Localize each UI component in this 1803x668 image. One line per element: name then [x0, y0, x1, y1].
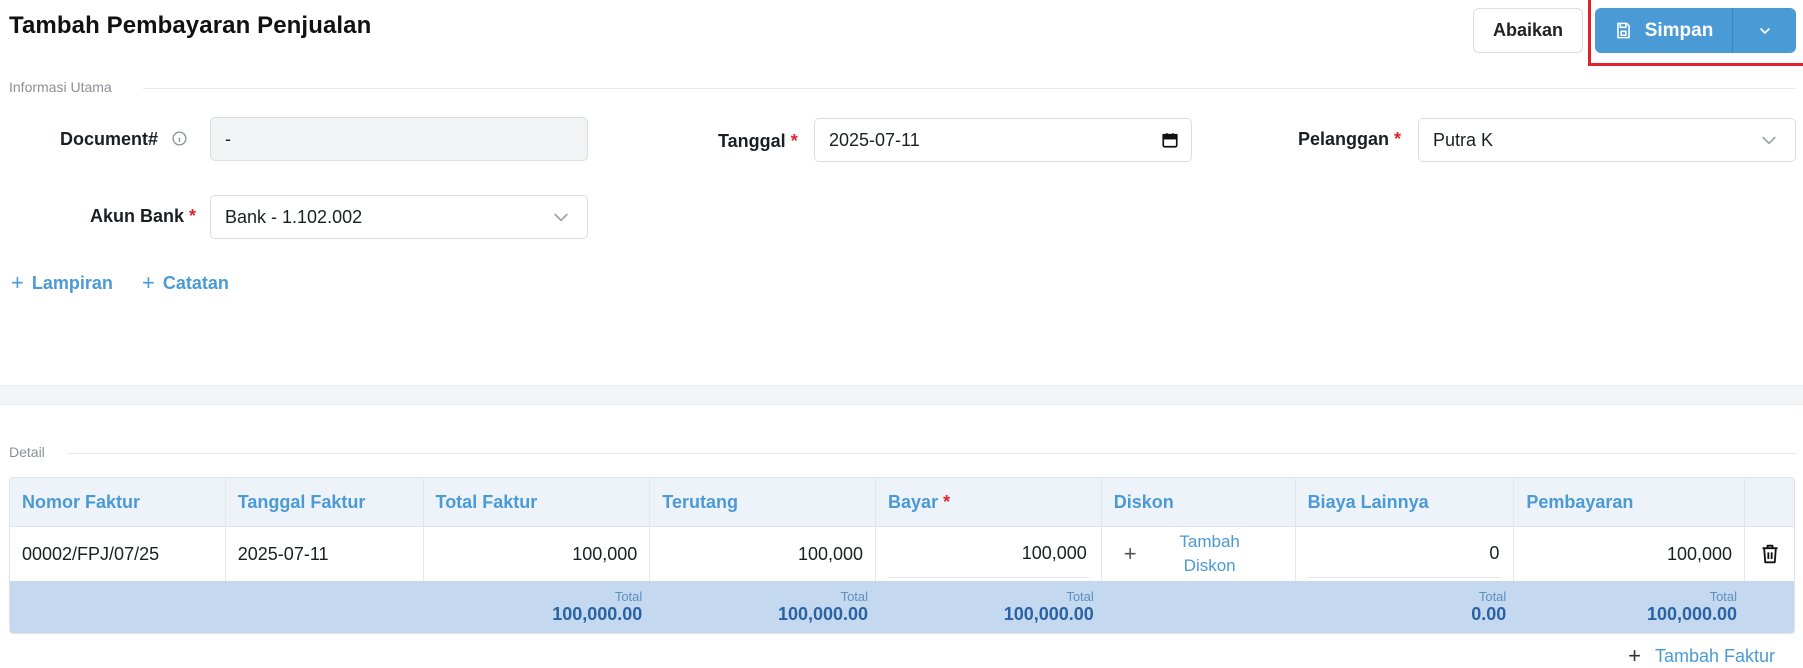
column-header-text: Bayar	[888, 491, 939, 512]
other-cost-cell: 0	[1296, 527, 1515, 581]
table-row: 00002/FPJ/07/25 2025-07-11 100,000 100,0…	[10, 527, 1794, 581]
customer-label-text: Pelanggan	[1298, 129, 1390, 149]
table-totals-row: Total 100,000.00 Total 100,000.00 Total …	[10, 581, 1794, 633]
totals-spacer	[226, 581, 424, 633]
total-label: Total	[840, 589, 869, 604]
column-header: Tanggal Faktur	[226, 478, 424, 526]
invoice-number-cell: 00002/FPJ/07/25	[10, 527, 226, 581]
column-header: Total Faktur	[424, 478, 651, 526]
total-value: 100,000.00	[777, 604, 869, 624]
delete-cell	[1745, 527, 1794, 581]
bank-account-value: Bank - 1.102.002	[225, 206, 363, 227]
total-label: Total	[1066, 589, 1094, 604]
total-value: 100,000.00	[1003, 604, 1094, 624]
column-header: Biaya Lainnya	[1296, 478, 1515, 526]
pay-cell: 100,000	[876, 527, 1102, 581]
page-title: Tambah Pembayaran Penjualan	[9, 12, 372, 39]
date-label: Tanggal *	[718, 131, 798, 152]
total-label: Total	[614, 589, 643, 604]
date-value: 2025-07-11	[829, 129, 920, 150]
other-cost-sum: Total 0.00	[1296, 581, 1515, 633]
add-note-label: Catatan	[162, 272, 229, 293]
total-label: Total	[1478, 589, 1507, 604]
highlight-box	[1588, 0, 1803, 66]
totals-spacer	[1102, 581, 1296, 633]
add-attachment-label: Lampiran	[31, 272, 113, 293]
date-label-text: Tanggal	[718, 131, 786, 151]
document-field: -	[210, 117, 588, 161]
ignore-button[interactable]: Abaikan	[1473, 8, 1583, 53]
document-label: Document#	[60, 129, 188, 150]
document-value: -	[225, 128, 231, 149]
payment-sum: Total 100,000.00	[1514, 581, 1745, 633]
bank-account-label-text: Akun Bank	[90, 206, 185, 226]
plus-icon: +	[1123, 541, 1137, 566]
totals-spacer	[10, 581, 226, 633]
date-field[interactable]: 2025-07-11	[814, 118, 1192, 162]
invoice-date-cell: 2025-07-11	[226, 527, 424, 581]
add-discount-button[interactable]: + Tambah Diskon	[1114, 530, 1283, 578]
owed-cell: 100,000	[650, 527, 877, 581]
trash-icon[interactable]	[1760, 543, 1780, 565]
pay-sum: Total 100,000.00	[876, 581, 1102, 633]
pay-input[interactable]: 100,000	[888, 530, 1089, 578]
discount-cell: + Tambah Diskon	[1102, 527, 1296, 581]
section-separator-band	[0, 385, 1803, 405]
customer-value: Putra K	[1433, 129, 1494, 150]
info-icon	[172, 131, 187, 146]
add-invoice-link[interactable]: + Tambah Faktur	[1628, 645, 1775, 667]
add-note-link[interactable]: + Catatan	[142, 272, 229, 294]
invoice-table: Nomor Faktur Tanggal Faktur Total Faktur…	[9, 477, 1795, 634]
column-header: Diskon	[1102, 478, 1296, 526]
plus-icon: +	[1628, 643, 1641, 668]
payment-cell: 100,000	[1514, 527, 1746, 581]
section-divider	[143, 88, 1796, 89]
required-marker: *	[943, 491, 951, 512]
required-marker: *	[1394, 129, 1402, 149]
chevron-down-icon	[1762, 136, 1776, 145]
total-value: 0.00	[1471, 604, 1507, 624]
add-invoice-label: Tambah Faktur	[1654, 645, 1775, 666]
totals-spacer	[1745, 581, 1794, 633]
add-attachment-link[interactable]: + Lampiran	[11, 272, 113, 294]
section-divider	[68, 453, 1796, 454]
plus-icon: +	[142, 270, 155, 295]
bank-account-label: Akun Bank *	[90, 206, 196, 227]
total-invoice-sum: Total 100,000.00	[424, 581, 651, 633]
add-discount-label: Tambah Diskon	[1179, 532, 1240, 575]
section-label-main: Informasi Utama	[9, 79, 112, 95]
owed-sum: Total 100,000.00	[650, 581, 876, 633]
bank-account-select[interactable]: Bank - 1.102.002	[210, 195, 588, 239]
invoice-total-cell: 100,000	[424, 527, 651, 581]
section-label-detail: Detail	[9, 444, 45, 460]
column-header: Nomor Faktur	[10, 478, 226, 526]
customer-label: Pelanggan *	[1298, 129, 1401, 150]
plus-icon: +	[11, 270, 24, 295]
column-header: Pembayaran	[1514, 478, 1746, 526]
calendar-icon[interactable]	[1161, 131, 1179, 149]
total-value: 100,000.00	[552, 604, 643, 624]
required-marker: *	[189, 206, 197, 226]
document-label-text: Document#	[60, 129, 159, 149]
other-cost-input[interactable]: 0	[1307, 530, 1502, 578]
customer-select[interactable]: Putra K	[1418, 118, 1796, 162]
column-header: Terutang	[650, 478, 877, 526]
column-header-actions	[1745, 478, 1794, 526]
required-marker: *	[790, 131, 798, 151]
total-value: 100,000.00	[1646, 604, 1738, 624]
column-header-pay: Bayar *	[876, 478, 1102, 526]
total-label: Total	[1709, 589, 1738, 604]
table-header-row: Nomor Faktur Tanggal Faktur Total Faktur…	[10, 478, 1794, 527]
chevron-down-icon	[554, 213, 568, 222]
